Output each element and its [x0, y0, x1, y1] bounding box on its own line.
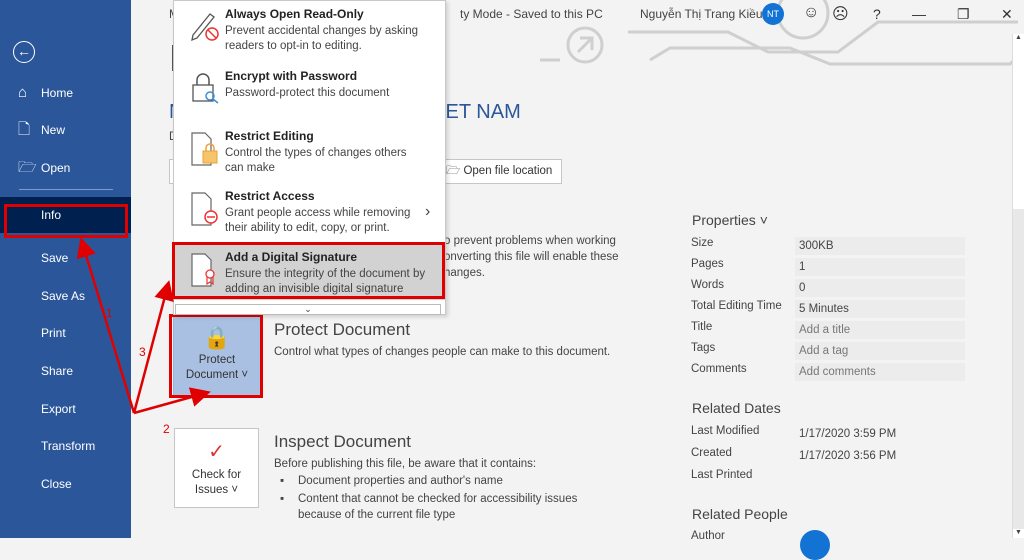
annotation-arrow-2 [133, 387, 211, 415]
annotation-arrows [76, 237, 211, 415]
annotation-label-1: 1 [106, 306, 113, 320]
annotation-label-3: 3 [139, 345, 146, 359]
annotation-label-2: 2 [163, 422, 170, 436]
annotation-arrow-1 [76, 237, 136, 414]
